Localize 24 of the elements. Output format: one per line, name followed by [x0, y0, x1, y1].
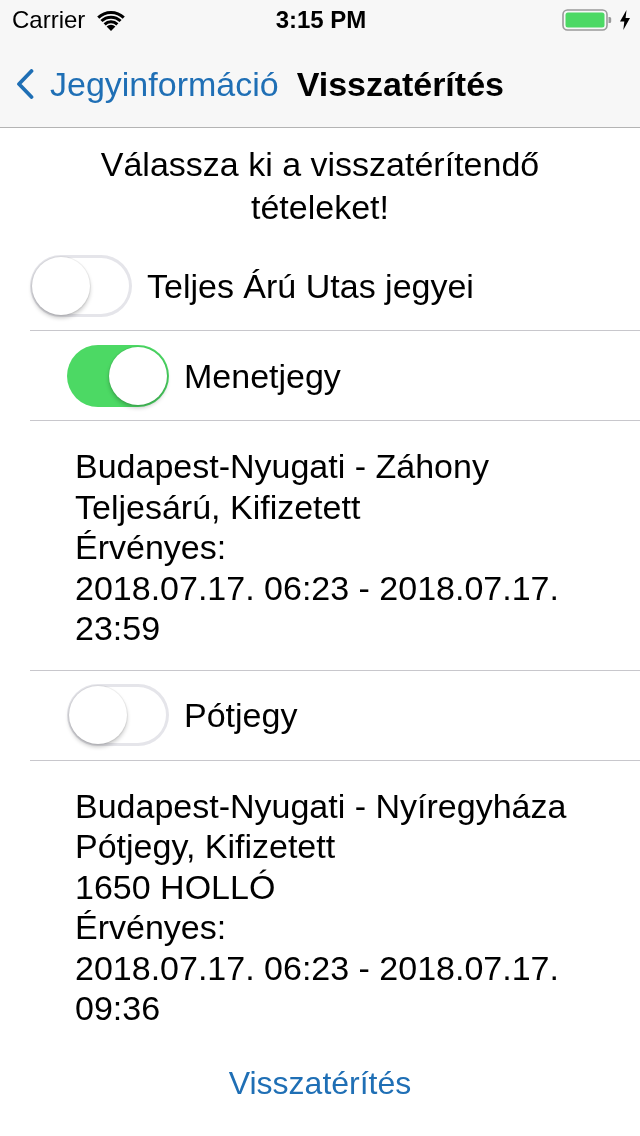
back-button[interactable]: Jegyinformáció: [16, 63, 279, 104]
train-text: 1650 HOLLÓ: [75, 866, 277, 907]
chevron-left-icon: [16, 68, 34, 99]
passenger-label: Teljes Árú Utas jegyei: [147, 266, 474, 306]
ticket-label: Menetjegy: [184, 355, 341, 396]
carrier-name: Carrier: [12, 6, 86, 34]
ticket-label: Pótjegy: [184, 695, 298, 735]
screen-title: Visszatérítés: [296, 63, 504, 104]
route-text: Budapest-Nyugati - Záhony: [75, 446, 490, 487]
wifi-icon: [96, 9, 127, 31]
status-time: 3:15 PM: [275, 6, 367, 34]
toggle-switch[interactable]: [67, 684, 169, 746]
charging-bolt-icon: [620, 10, 630, 30]
refund-button[interactable]: Visszatérítés: [212, 1054, 428, 1111]
validity-period: 2018.07.17. 06:23 - 2018.07.17. 23:59: [75, 567, 560, 649]
toggle-switch[interactable]: [30, 255, 132, 317]
toggle-switch[interactable]: [67, 344, 169, 407]
fare-status-text: Teljesárú, Kifizetett: [75, 486, 362, 527]
fare-status-text: Pótjegy, Kifizetett: [75, 826, 337, 867]
validity-period: 2018.07.17. 06:23 - 2018.07.17. 09:36: [75, 947, 560, 1029]
validity-label: Érvényes:: [75, 907, 228, 948]
route-text: Budapest-Nyugati - Nyíregyháza: [75, 785, 568, 826]
instruction-text: Válassza ki a visszatérítendő tételeket!: [99, 144, 541, 228]
validity-label: Érvényes:: [75, 527, 228, 568]
